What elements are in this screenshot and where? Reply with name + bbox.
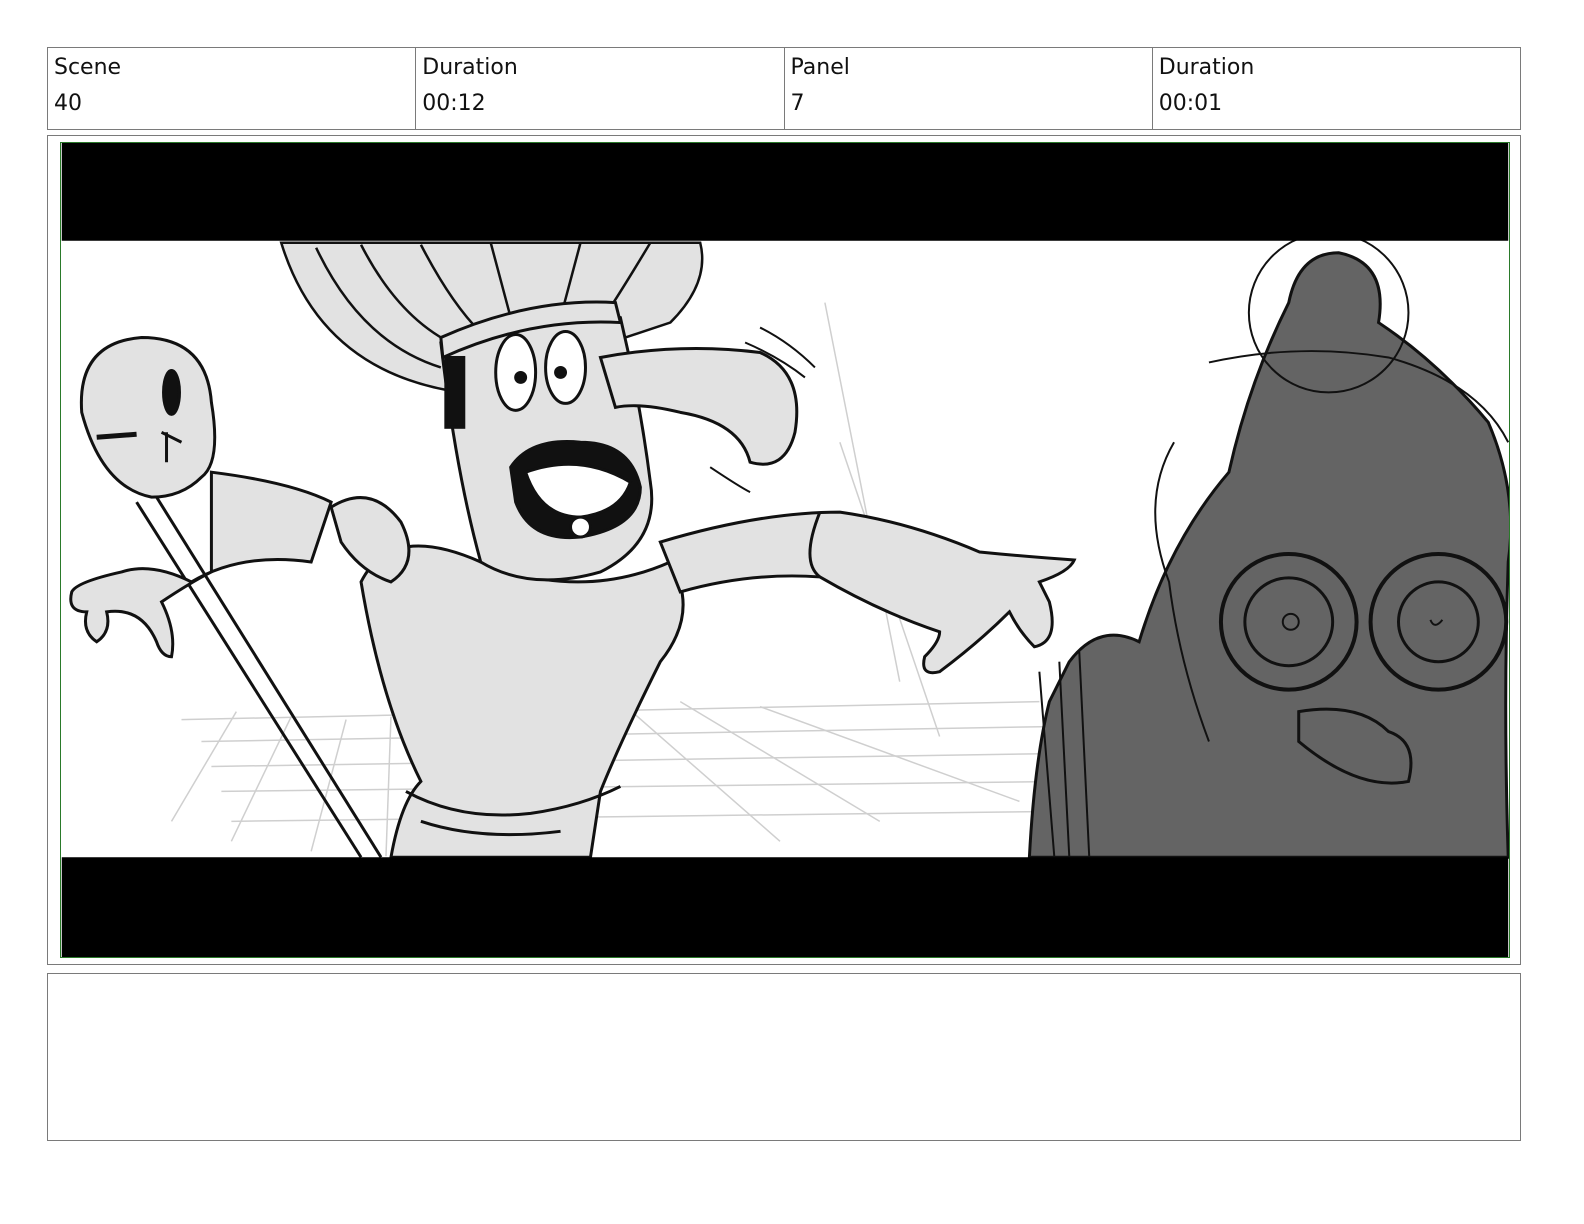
- left-hand: [69, 470, 333, 659]
- panel-cell: Panel 7: [785, 48, 1153, 129]
- letterbox-top: [61, 143, 1509, 241]
- panel-duration-value: 00:01: [1158, 91, 1223, 116]
- letterbox-bottom: [61, 857, 1509, 957]
- panel-duration-label: Duration: [1158, 55, 1255, 80]
- scene-cell: Scene 40: [48, 48, 417, 129]
- foreground-character: [1027, 231, 1509, 859]
- scene-number: 40: [54, 91, 82, 116]
- storyboard-panel-image: [60, 142, 1510, 958]
- panel-notes: [47, 973, 1521, 1141]
- scene-duration-cell: Duration 00:12: [416, 48, 785, 129]
- skull-orb: [79, 336, 217, 499]
- scene-label: Scene: [54, 55, 122, 80]
- right-arm: [658, 510, 1077, 675]
- panel-duration-cell: Duration 00:01: [1153, 48, 1520, 129]
- scene-duration-value: 00:12: [422, 91, 486, 116]
- storyboard-header: Scene 40 Duration 00:12 Panel 7 Duration…: [47, 47, 1521, 130]
- panel-label: Panel: [790, 55, 850, 80]
- panel-frame: [47, 135, 1521, 965]
- scene-duration-label: Duration: [422, 55, 518, 80]
- storyboard-sketch: [61, 143, 1509, 957]
- panel-number: 7: [790, 91, 805, 116]
